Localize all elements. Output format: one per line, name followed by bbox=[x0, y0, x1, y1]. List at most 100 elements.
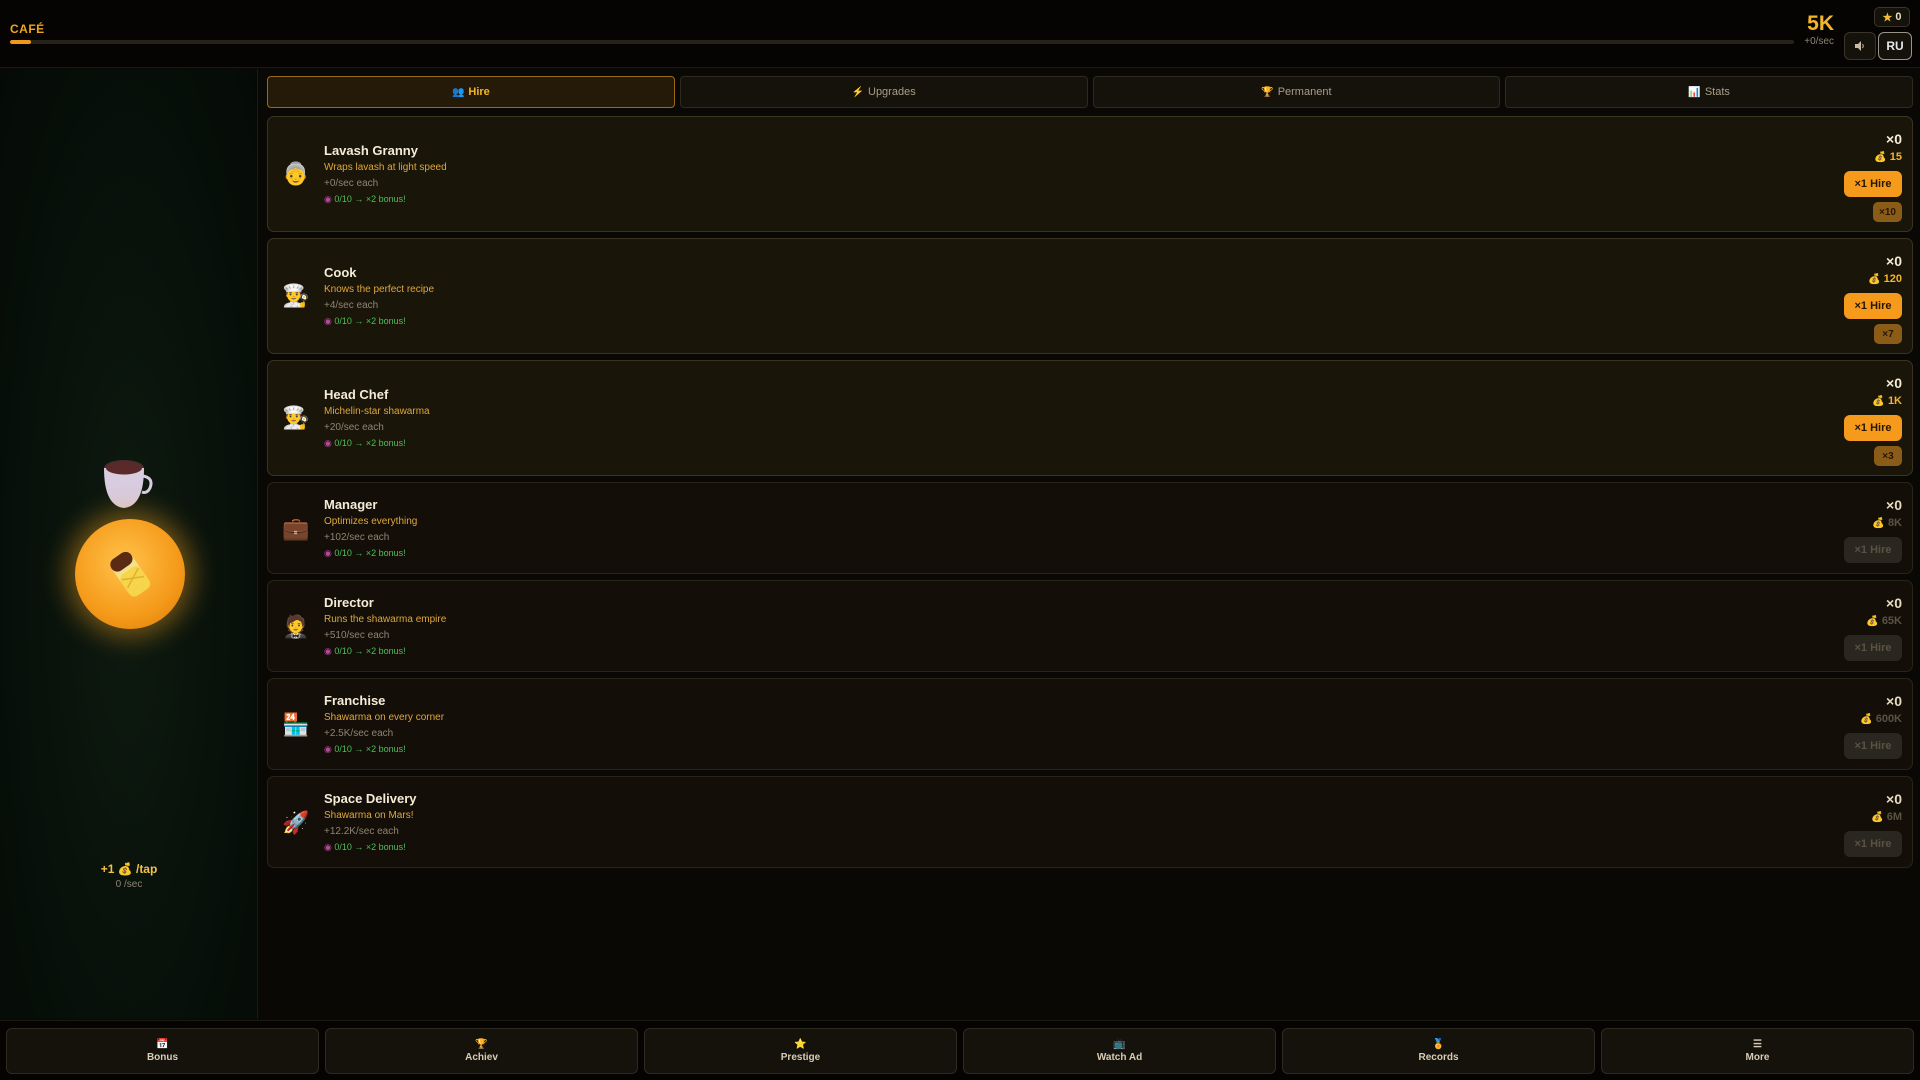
hire-price: 💰 15 bbox=[1874, 151, 1902, 163]
hire-count: ×0 bbox=[1886, 693, 1902, 709]
bonus-text: 0/10 → ×2 bonus! bbox=[334, 646, 406, 656]
price-value: 1K bbox=[1887, 395, 1902, 407]
price-value: 8K bbox=[1887, 517, 1902, 529]
hire-count: ×0 bbox=[1886, 791, 1902, 807]
money-bag-icon: 💰 bbox=[1874, 152, 1887, 163]
hire-name: Franchise bbox=[324, 693, 386, 708]
nav-label: More bbox=[1745, 1052, 1770, 1063]
hire-max-button[interactable]: ×7 bbox=[1874, 324, 1902, 344]
businessman-icon: 🤵 bbox=[282, 614, 310, 639]
tv-icon: 📺 bbox=[1113, 1039, 1126, 1050]
tap-panel: +1 💰 /tap 0 /sec bbox=[0, 69, 258, 1019]
hire-max-button[interactable]: ×3 bbox=[1874, 446, 1902, 466]
tap-shawarma-button[interactable] bbox=[75, 519, 185, 629]
sound-toggle-button[interactable] bbox=[1844, 32, 1876, 60]
store-icon: 🏪 bbox=[282, 712, 310, 737]
hire-bonus: ◉ 0/10 → ×2 bonus! bbox=[324, 646, 446, 657]
hire-actions: ×0 💰 8K ×1 Hire bbox=[1844, 497, 1902, 563]
people-icon: 👥 bbox=[451, 86, 465, 98]
nav-more-button[interactable]: ☰ More bbox=[1601, 1028, 1914, 1074]
per-tap-label: +1 💰 /tap bbox=[100, 862, 158, 876]
hire-card-lavash-granny: 👵 Lavash Granny Wraps lavash at light sp… bbox=[267, 116, 1913, 232]
hire-rate: +20/sec each bbox=[324, 422, 384, 433]
hire-card-director: 🤵 Director Runs the shawarma empire +510… bbox=[267, 580, 1913, 672]
hire-price: 💰 1K bbox=[1872, 395, 1902, 407]
tab-upgrades[interactable]: ⚡ Upgrades bbox=[679, 76, 1088, 108]
hire-bonus: ◉ 0/10 → ×2 bonus! bbox=[324, 194, 447, 205]
nav-achievements-button[interactable]: 🏆 Achiev bbox=[325, 1028, 638, 1074]
hire-actions: ×0 💰 65K ×1 Hire bbox=[1844, 595, 1902, 661]
balance-rate: +0/sec bbox=[1804, 36, 1834, 47]
price-value: 120 bbox=[1883, 273, 1902, 285]
bonus-text: 0/10 → ×2 bonus! bbox=[334, 744, 406, 754]
price-value: 65K bbox=[1881, 615, 1902, 627]
nav-watch-ad-button[interactable]: 📺 Watch Ad bbox=[963, 1028, 1276, 1074]
stars-badge[interactable]: ★ 0 bbox=[1874, 7, 1910, 27]
target-icon: ◉ bbox=[324, 194, 332, 204]
hire-count: ×0 bbox=[1886, 497, 1902, 513]
bonus-text: 0/10 → ×2 bonus! bbox=[334, 438, 406, 448]
price-value: 15 bbox=[1889, 151, 1902, 163]
nav-prestige-button[interactable]: ⭐ Prestige bbox=[644, 1028, 957, 1074]
hire-name: Space Delivery bbox=[324, 791, 417, 806]
target-icon: ◉ bbox=[324, 438, 332, 448]
tab-label: Permanent bbox=[1277, 86, 1332, 98]
hire-max-button[interactable]: ×10 bbox=[1873, 202, 1902, 222]
hire-price: 💰 65K bbox=[1866, 615, 1902, 627]
hire-bonus: ◉ 0/10 → ×2 bonus! bbox=[324, 744, 444, 755]
hire-card-manager: 💼 Manager Optimizes everything +102/sec … bbox=[267, 482, 1913, 574]
hire-count: ×0 bbox=[1886, 131, 1902, 147]
tab-permanent[interactable]: 🏆 Permanent bbox=[1092, 76, 1501, 108]
hire-info: Space Delivery Shawarma on Mars! +12.2K/… bbox=[324, 791, 417, 853]
hire-name: Lavash Granny bbox=[324, 143, 418, 158]
nav-label: Prestige bbox=[780, 1052, 821, 1063]
hire-description: Optimizes everything bbox=[324, 516, 418, 527]
hire-bonus: ◉ 0/10 → ×2 bonus! bbox=[324, 438, 430, 449]
hire-description: Shawarma on every corner bbox=[324, 712, 445, 723]
hire-button[interactable]: ×1 Hire bbox=[1844, 415, 1902, 441]
nav-records-button[interactable]: 🏅 Records bbox=[1282, 1028, 1595, 1074]
chef-icon: 👨‍🍳 bbox=[282, 405, 310, 430]
stars-count: 0 bbox=[1895, 11, 1902, 23]
hire-bonus: ◉ 0/10 → ×2 bonus! bbox=[324, 548, 417, 559]
hire-name: Head Chef bbox=[324, 387, 389, 402]
hire-button-disabled[interactable]: ×1 Hire bbox=[1844, 537, 1902, 563]
hire-card-franchise: 🏪 Franchise Shawarma on every corner +2.… bbox=[267, 678, 1913, 770]
nav-label: Bonus bbox=[146, 1052, 179, 1063]
hire-rate: +510/sec each bbox=[324, 630, 390, 641]
hire-price: 💰 8K bbox=[1872, 517, 1902, 529]
language-button[interactable]: RU bbox=[1878, 32, 1912, 60]
tab-stats[interactable]: 📊 Stats bbox=[1505, 76, 1913, 108]
brand-title: CAFÉ bbox=[10, 22, 45, 36]
tab-hire[interactable]: 👥 Hire bbox=[267, 76, 675, 108]
hire-description: Knows the perfect recipe bbox=[324, 284, 435, 295]
level-progress-bar bbox=[10, 40, 1794, 44]
star-icon: ★ bbox=[1882, 11, 1893, 24]
hire-button[interactable]: ×1 Hire bbox=[1844, 293, 1902, 319]
star-icon: ⭐ bbox=[794, 1039, 807, 1050]
hire-count: ×0 bbox=[1886, 253, 1902, 269]
hire-actions: ×0 💰 1K ×1 Hire ×3 bbox=[1844, 375, 1902, 466]
hire-actions: ×0 💰 600K ×1 Hire bbox=[1844, 693, 1902, 759]
hire-button-disabled[interactable]: ×1 Hire bbox=[1844, 733, 1902, 759]
bonus-text: 0/10 → ×2 bonus! bbox=[334, 548, 406, 558]
hire-card-space-delivery: 🚀 Space Delivery Shawarma on Mars! +12.2… bbox=[267, 776, 1913, 868]
money-bag-icon: 💰 bbox=[1860, 714, 1873, 725]
hire-button[interactable]: ×1 Hire bbox=[1844, 171, 1902, 197]
hire-info: Lavash Granny Wraps lavash at light spee… bbox=[324, 143, 447, 205]
briefcase-icon: 💼 bbox=[282, 516, 310, 541]
hire-button-disabled[interactable]: ×1 Hire bbox=[1844, 831, 1902, 857]
hire-info: Manager Optimizes everything +102/sec ea… bbox=[324, 497, 417, 559]
hire-description: Runs the shawarma empire bbox=[324, 614, 447, 625]
hire-actions: ×0 💰 120 ×1 Hire ×7 bbox=[1844, 253, 1902, 344]
hire-bonus: ◉ 0/10 → ×2 bonus! bbox=[324, 316, 434, 327]
nav-bonus-button[interactable]: 📅 Bonus bbox=[6, 1028, 319, 1074]
hire-description: Shawarma on Mars! bbox=[324, 810, 414, 821]
nav-label: Records bbox=[1418, 1052, 1459, 1063]
tab-label: Stats bbox=[1704, 86, 1730, 98]
trophy-icon: 🏆 bbox=[1261, 86, 1274, 98]
money-bag-icon: 💰 bbox=[1866, 616, 1879, 627]
hire-name: Director bbox=[324, 595, 374, 610]
hire-button-disabled[interactable]: ×1 Hire bbox=[1844, 635, 1902, 661]
hire-rate: +2.5K/sec each bbox=[324, 728, 394, 739]
